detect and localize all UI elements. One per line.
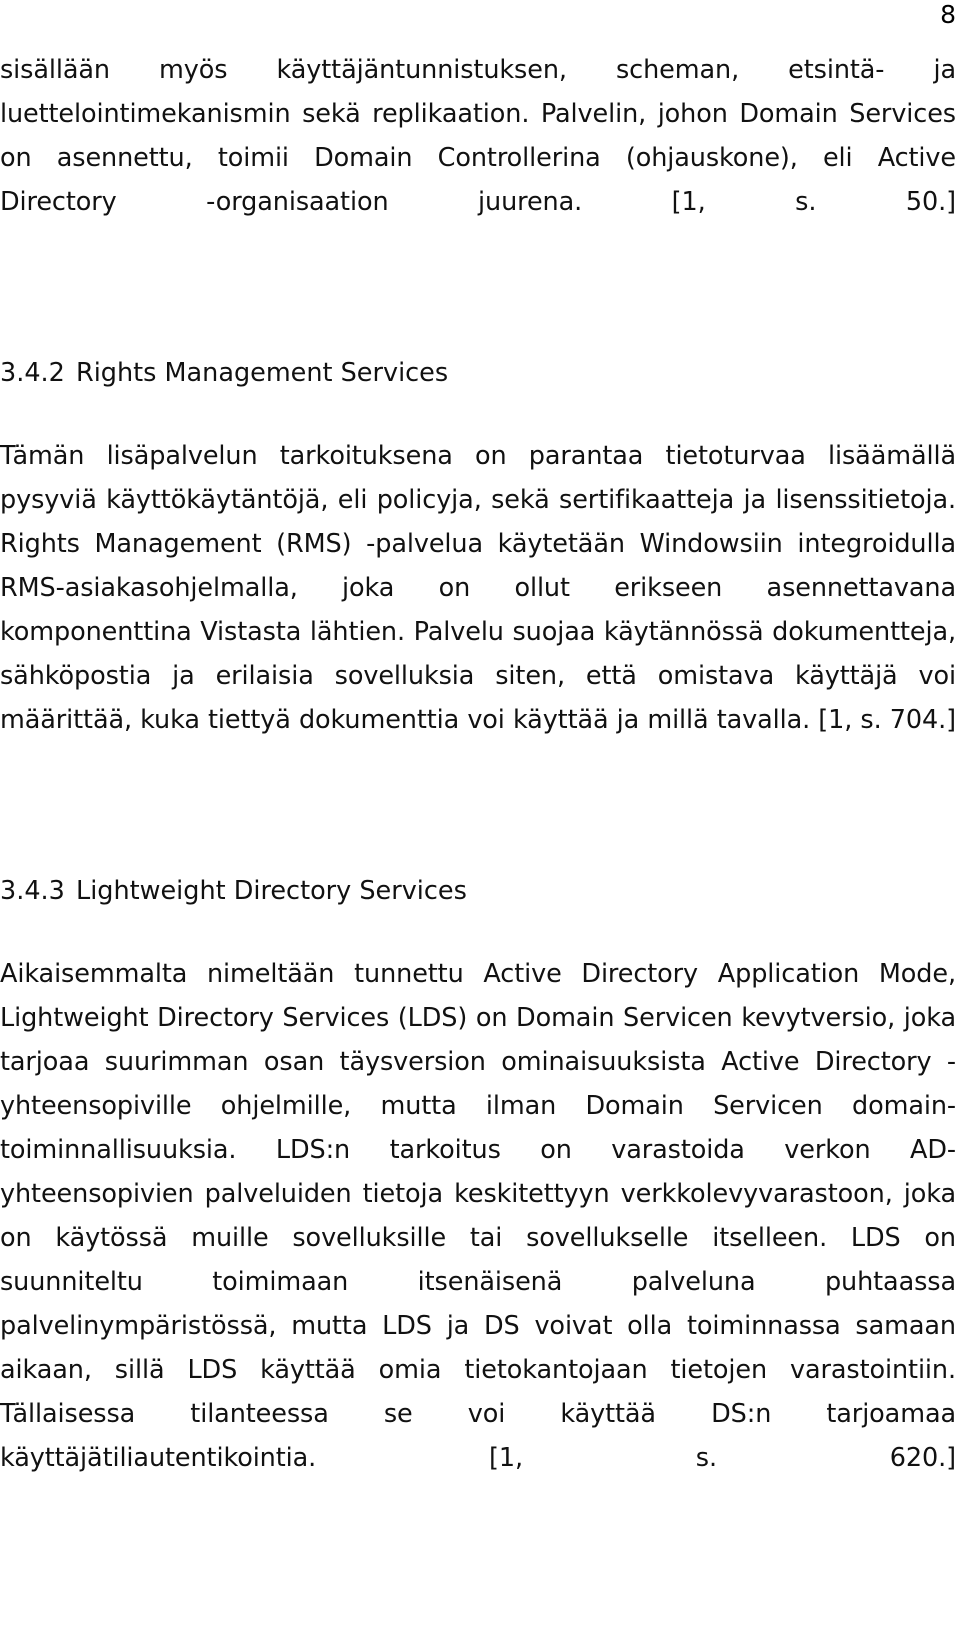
- heading-rights-management-services: 3.4.2 Rights Management Services: [0, 354, 956, 392]
- paragraph-lightweight-directory-services: Aikaisemmalta nimeltään tunnettu Active …: [0, 959, 956, 1473]
- heading-certificate-services: 3.4.4 Certificate Services: [0, 1620, 956, 1626]
- heading-title: Certificate Services: [76, 1620, 324, 1626]
- paragraph-domain-services-continued: sisällään myös käyttäjäntunnistuksen, sc…: [0, 55, 956, 217]
- page-content: sisällään myös käyttäjäntunnistuksen, sc…: [0, 48, 956, 1626]
- page-number: 8: [940, 0, 956, 29]
- heading-title: Rights Management Services: [76, 358, 449, 388]
- paragraph-rights-management-services: Tämän lisäpalvelun tarkoituksena on para…: [0, 441, 956, 735]
- heading-number: 3.4.2: [0, 358, 65, 388]
- document-page: 8 sisällään myös käyttäjäntunnistuksen, …: [0, 0, 960, 1626]
- heading-number: 3.4.3: [0, 876, 65, 906]
- heading-number: 3.4.4: [0, 1620, 76, 1626]
- heading-lightweight-directory-services: 3.4.3 Lightweight Directory Services: [0, 872, 956, 910]
- heading-title: Lightweight Directory Services: [76, 876, 467, 906]
